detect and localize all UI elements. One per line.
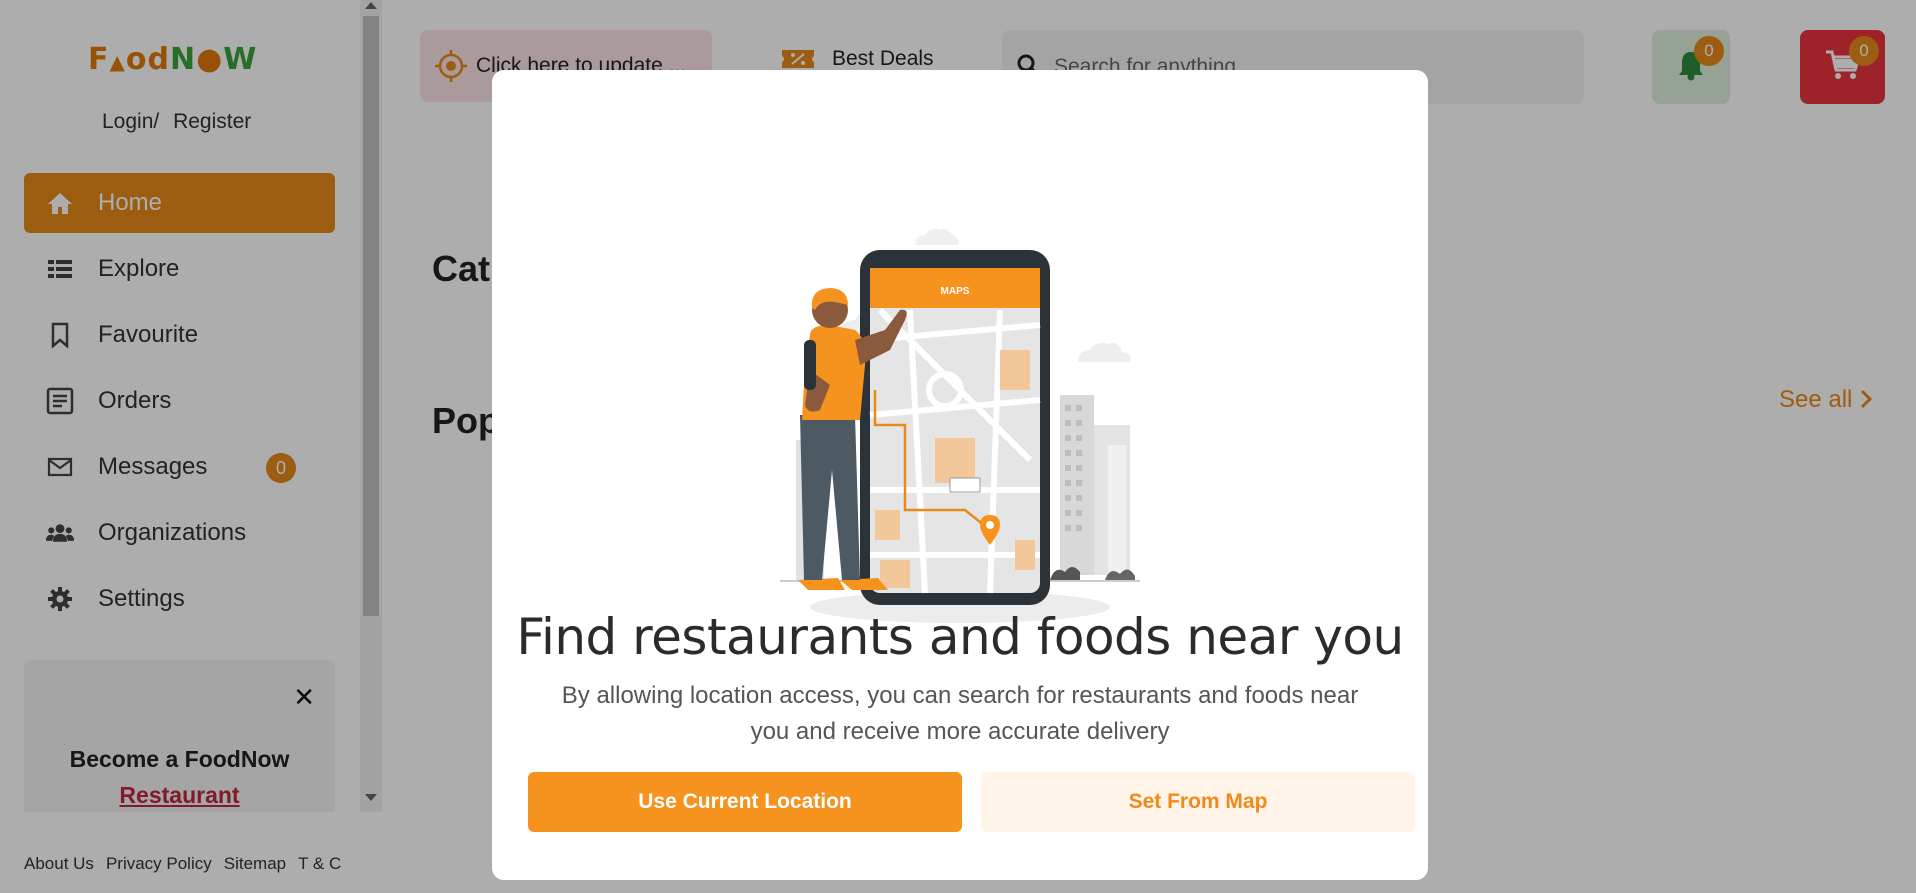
phone-screen-title: MAPS bbox=[941, 286, 970, 297]
set-from-map-button[interactable]: Set From Map bbox=[981, 772, 1415, 832]
modal-title: Find restaurants and foods near you bbox=[516, 608, 1404, 666]
location-permission-modal: MAPS Find restaurants and foods near you… bbox=[492, 70, 1428, 880]
use-current-location-button[interactable]: Use Current Location bbox=[528, 772, 962, 832]
modal-description: By allowing location access, you can sea… bbox=[561, 682, 1359, 745]
map-delivery-illustration: MAPS bbox=[760, 160, 1160, 635]
